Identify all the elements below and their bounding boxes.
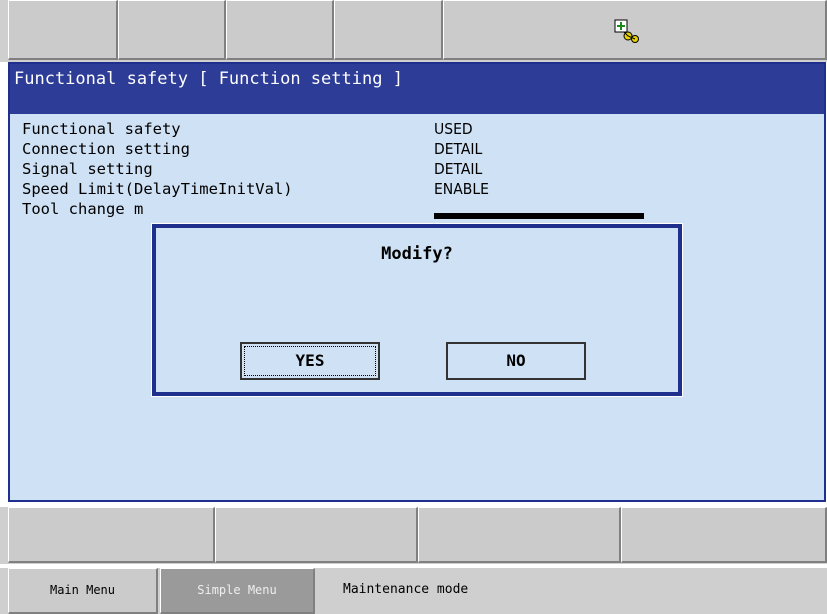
setting-row-signal[interactable]: Signal setting DETAIL	[22, 159, 812, 179]
modify-dialog: Modify? YES NO	[151, 223, 683, 397]
setting-row-functional-safety[interactable]: Functional safety USED	[22, 119, 812, 139]
status-area	[443, 0, 827, 60]
dialog-message: Modify?	[381, 244, 453, 264]
no-button[interactable]: NO	[446, 342, 586, 380]
setting-row-speed-limit[interactable]: Speed Limit(DelayTimeInitVal) ENABLE	[22, 179, 812, 199]
setting-value[interactable]: DETAIL	[434, 139, 482, 159]
setting-label: Functional safety	[22, 120, 181, 138]
simple-menu-button[interactable]: Simple Menu	[160, 568, 315, 614]
settings-list: Functional safety USED Connection settin…	[22, 119, 812, 219]
window-title: Functional safety [ Function setting ]	[10, 64, 824, 114]
function-key-4[interactable]	[621, 507, 827, 563]
tool-status-icon	[614, 19, 640, 49]
top-tab-2[interactable]	[118, 0, 226, 60]
setting-label: Tool change m	[22, 200, 144, 218]
setting-label: Signal setting	[22, 160, 153, 178]
setting-row-connection[interactable]: Connection setting DETAIL	[22, 139, 812, 159]
function-key-1[interactable]	[8, 507, 215, 563]
function-key-2[interactable]	[215, 507, 418, 563]
setting-value[interactable]: USED	[434, 119, 473, 139]
setting-row-tool-change[interactable]: Tool change m	[22, 199, 812, 219]
main-menu-button[interactable]: Main Menu	[8, 568, 158, 614]
mode-status: Maintenance mode	[343, 582, 469, 597]
setting-label: Speed Limit(DelayTimeInitVal)	[22, 180, 293, 198]
setting-value[interactable]: DETAIL	[434, 159, 482, 179]
setting-label: Connection setting	[22, 140, 190, 158]
setting-value-selected[interactable]	[434, 213, 644, 219]
top-tab-1[interactable]	[8, 0, 118, 60]
top-tab-3[interactable]	[226, 0, 334, 60]
menu-bar: Main Menu Simple Menu Maintenance mode	[0, 568, 827, 614]
top-tab-bar	[0, 0, 827, 62]
setting-value[interactable]: ENABLE	[434, 179, 489, 199]
yes-button[interactable]: YES	[240, 342, 380, 380]
top-tab-4[interactable]	[334, 0, 443, 60]
function-key-3[interactable]	[418, 507, 621, 563]
function-key-bar	[0, 507, 827, 564]
